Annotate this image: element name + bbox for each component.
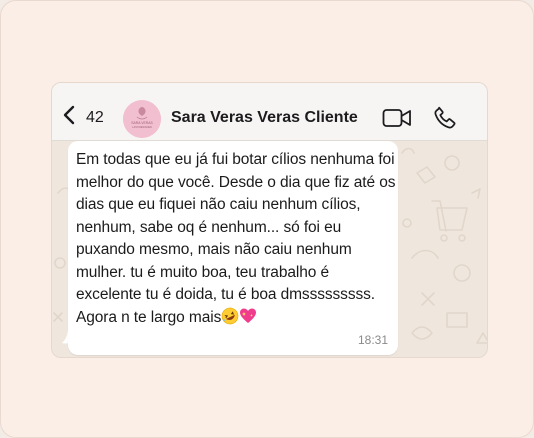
message-bubble[interactable]: Em todas que eu já fui botar cílios nenh… — [68, 141, 398, 355]
phone-icon[interactable] — [432, 105, 458, 131]
video-camera-icon[interactable] — [382, 108, 412, 128]
message-time: 18:31 — [357, 333, 388, 347]
avatar[interactable]: SARA VERAS LASH DESIGNER — [123, 100, 161, 138]
chat-screenshot: 42 SARA VERAS LASH DESIGNER Sara Veras V… — [51, 82, 488, 358]
avatar-text-top: SARA VERAS — [131, 121, 153, 125]
message-body: Em todas que eu já fui botar cílios nenh… — [76, 151, 396, 326]
chevron-left-icon[interactable] — [62, 105, 76, 125]
contact-name[interactable]: Sara Veras Veras Cliente — [171, 109, 358, 127]
sparkling-heart-emoji — [240, 308, 257, 323]
message-text: Em todas que eu já fui botar cílios nenh… — [76, 149, 396, 329]
rolling-on-floor-laughing-emoji — [221, 307, 239, 324]
unread-count[interactable]: 42 — [86, 109, 104, 127]
card-frame: 42 SARA VERAS LASH DESIGNER Sara Veras V… — [0, 0, 534, 438]
chat-header: 42 SARA VERAS LASH DESIGNER Sara Veras V… — [52, 83, 487, 141]
avatar-text-bottom: LASH DESIGNER — [132, 126, 152, 129]
avatar-logo-icon: SARA VERAS LASH DESIGNER — [123, 100, 161, 138]
